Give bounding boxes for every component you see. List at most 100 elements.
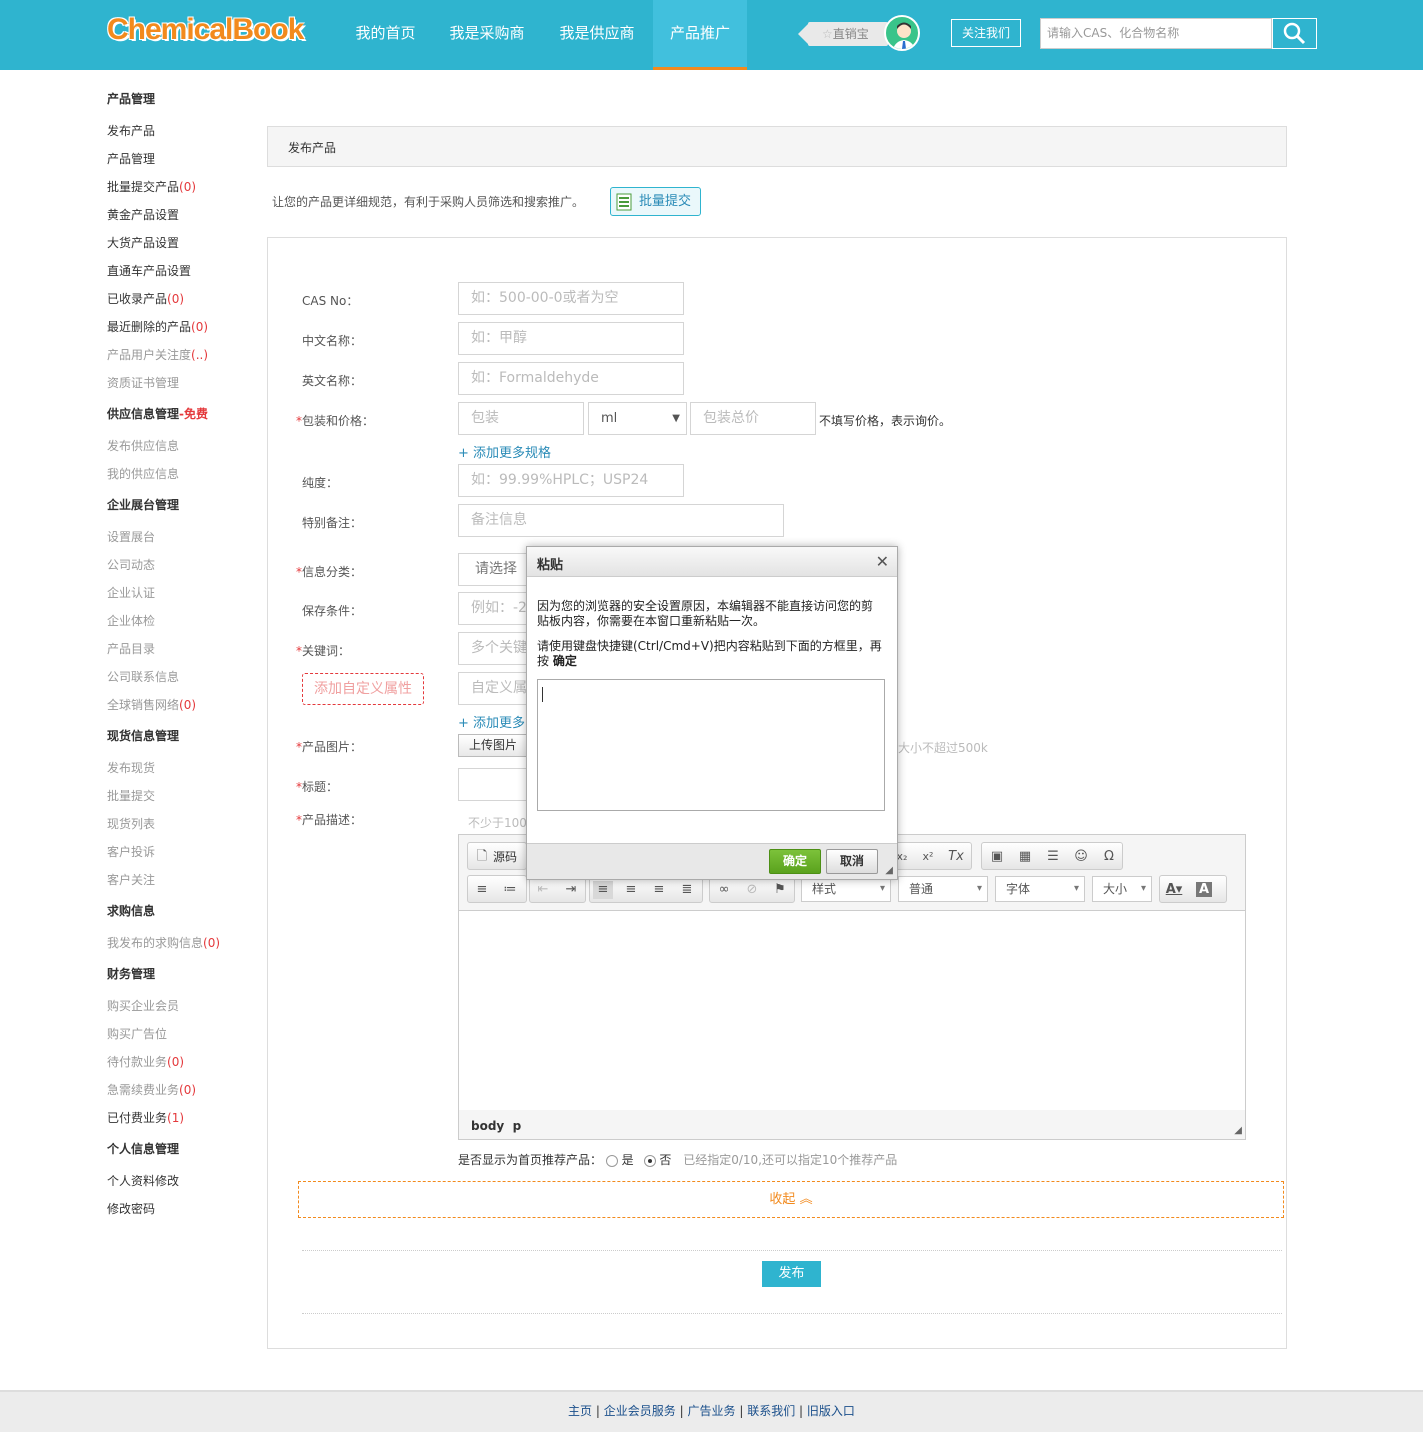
outdent-icon[interactable]: ⇤: [533, 881, 553, 899]
sidebar-item-renew[interactable]: 急需续费业务(0): [107, 1081, 196, 1098]
sidebar-item-company-news[interactable]: 公司动态: [107, 556, 155, 573]
purity-label: 纯度：: [302, 476, 339, 490]
cas-input[interactable]: 如：500-00-0或者为空: [458, 282, 684, 315]
table-icon[interactable]: ▦: [1015, 848, 1035, 866]
align-center-icon[interactable]: ≡: [621, 881, 641, 899]
image-icon[interactable]: ▣: [987, 848, 1007, 866]
sidebar-item-set-showroom[interactable]: 设置展台: [107, 528, 155, 545]
sidebar-item-batch-submit[interactable]: 批量提交产品(0): [107, 178, 196, 195]
dialog-title[interactable]: 粘贴: [527, 547, 897, 577]
search-input[interactable]: 请输入CAS、化合物名称: [1040, 18, 1272, 49]
sidebar-item-customer-follow[interactable]: 客户关注: [107, 871, 155, 888]
sidebar-item-my-supply[interactable]: 我的供应信息: [107, 465, 179, 482]
unit-select[interactable]: ml ▼: [588, 402, 687, 435]
sidebar-item-deleted[interactable]: 最近删除的产品(0): [107, 318, 208, 335]
close-icon[interactable]: ✕: [876, 552, 889, 571]
indent-icon[interactable]: ⇥: [561, 881, 581, 899]
nav-supplier[interactable]: 我是供应商: [543, 0, 651, 70]
sidebar-item-company-exam[interactable]: 企业体检: [107, 612, 155, 629]
zhixiaobao-badge[interactable]: ☆直销宝: [798, 22, 888, 46]
add-spec-link[interactable]: + 添加更多规格: [458, 442, 551, 461]
publish-button[interactable]: 发布: [762, 1261, 821, 1287]
cancel-button[interactable]: 取消: [826, 849, 878, 874]
sidebar-item-pending-pay[interactable]: 待付款业务(0): [107, 1053, 184, 1070]
numbered-list-icon[interactable]: ≡: [472, 881, 492, 899]
dialog-resize-icon[interactable]: ◢: [885, 865, 893, 876]
storage-label: 保存条件：: [302, 604, 363, 618]
format-select[interactable]: 普通: [898, 876, 988, 902]
add-more-link[interactable]: + 添加更多: [458, 712, 525, 731]
align-left-icon[interactable]: ≡: [593, 881, 613, 899]
sidebar-item-stock-batch[interactable]: 批量提交: [107, 787, 155, 804]
footer-link-contact[interactable]: 联系我们: [747, 1404, 795, 1418]
bg-color-icon[interactable]: A: [1196, 882, 1212, 897]
sidebar-item-profile-edit[interactable]: 个人资料修改: [107, 1172, 179, 1189]
batch-submit-button[interactable]: 批量提交: [610, 187, 701, 216]
sidebar-item-certificates[interactable]: 资质证书管理: [107, 374, 179, 391]
sidebar-item-publish-stock[interactable]: 发布现货: [107, 759, 155, 776]
smiley-icon[interactable]: ☺: [1071, 848, 1091, 866]
footer-link-member[interactable]: 企业会员服务: [604, 1404, 676, 1418]
sidebar-item-paid[interactable]: 已付费业务(1): [107, 1109, 184, 1126]
paste-textarea[interactable]: [537, 679, 885, 811]
horizontal-line-icon[interactable]: ☰: [1043, 848, 1063, 866]
recommend-yes-radio[interactable]: [605, 1154, 618, 1167]
footer-link-old[interactable]: 旧版入口: [807, 1404, 855, 1418]
sidebar-item-collected[interactable]: 已收录产品(0): [107, 290, 184, 307]
sidebar-item-product-catalog[interactable]: 产品目录: [107, 640, 155, 657]
sidebar-item-global-sales[interactable]: 全球销售网络(0): [107, 696, 196, 713]
align-right-icon[interactable]: ≡: [649, 881, 669, 899]
bulleted-list-icon[interactable]: ≔: [500, 881, 520, 899]
link-icon[interactable]: ∞: [714, 881, 734, 899]
follow-us-button[interactable]: 关注我们: [951, 19, 1021, 47]
ok-button[interactable]: 确定: [769, 849, 821, 874]
purity-input[interactable]: 如：99.99%HPLC；USP24: [458, 464, 684, 497]
nav-promotion[interactable]: 产品推广: [653, 0, 747, 70]
resize-handle-icon[interactable]: ◢: [1234, 1125, 1242, 1136]
nav-buyer[interactable]: 我是采购商: [433, 0, 541, 70]
sidebar-item-buy-member[interactable]: 购买企业会员: [107, 997, 179, 1014]
source-button[interactable]: 源码: [493, 848, 517, 865]
special-char-icon[interactable]: Ω: [1099, 848, 1119, 866]
sidebar-item-express-product[interactable]: 直通车产品设置: [107, 262, 191, 279]
total-price-input[interactable]: 包装总价: [690, 402, 816, 435]
sidebar-item-company-contact[interactable]: 公司联系信息: [107, 668, 179, 685]
editor-content-area[interactable]: [459, 910, 1245, 1110]
sidebar-item-company-cert[interactable]: 企业认证: [107, 584, 155, 601]
sidebar-item-my-purchase[interactable]: 我发布的求购信息(0): [107, 934, 220, 951]
logo[interactable]: ChemicalBook: [107, 13, 304, 47]
sidebar-item-change-password[interactable]: 修改密码: [107, 1200, 155, 1217]
remark-input[interactable]: 备注信息: [458, 504, 784, 537]
en-name-input[interactable]: 如：Formaldehyde: [458, 362, 684, 395]
cn-name-input[interactable]: 如：甲醇: [458, 322, 684, 355]
sidebar-item-publish-supply[interactable]: 发布供应信息: [107, 437, 179, 454]
sidebar-item-product-manage[interactable]: 产品管理: [107, 150, 155, 167]
nav-home[interactable]: 我的首页: [340, 0, 431, 70]
collapse-button[interactable]: 收起 ︽: [298, 1181, 1284, 1218]
image-label: *产品图片：: [296, 740, 363, 754]
unlink-icon[interactable]: ⊘: [742, 881, 762, 899]
pack-input[interactable]: 包装: [458, 402, 584, 435]
text-color-icon[interactable]: A▾: [1164, 881, 1184, 899]
add-custom-attr-button[interactable]: 添加自定义属性: [302, 673, 424, 705]
footer-link-ads[interactable]: 广告业务: [687, 1404, 735, 1418]
recommend-no-radio[interactable]: [643, 1154, 656, 1167]
superscript-icon[interactable]: x²: [918, 848, 938, 866]
sidebar-item-gold-product[interactable]: 黄金产品设置: [107, 206, 179, 223]
search-button[interactable]: [1272, 18, 1317, 49]
font-select[interactable]: 字体: [995, 876, 1085, 902]
sidebar-item-stock-list[interactable]: 现货列表: [107, 815, 155, 832]
align-justify-icon[interactable]: ≣: [677, 881, 697, 899]
pack-label: *包装和价格：: [296, 414, 375, 428]
sidebar-item-buy-ad[interactable]: 购买广告位: [107, 1025, 167, 1042]
size-select[interactable]: 大小: [1092, 876, 1152, 902]
sidebar-item-complaints[interactable]: 客户投诉: [107, 843, 155, 860]
footer-link-home[interactable]: 主页: [568, 1404, 592, 1418]
remove-format-icon[interactable]: Tx: [946, 848, 966, 866]
anchor-flag-icon[interactable]: ⚑: [770, 881, 790, 899]
upload-image-button[interactable]: 上传图片: [458, 734, 528, 757]
avatar[interactable]: [884, 15, 920, 51]
sidebar-item-attention[interactable]: 产品用户关注度(..): [107, 346, 208, 363]
sidebar-item-bulk-product[interactable]: 大货产品设置: [107, 234, 179, 251]
sidebar-item-publish-product[interactable]: 发布产品: [107, 122, 155, 139]
